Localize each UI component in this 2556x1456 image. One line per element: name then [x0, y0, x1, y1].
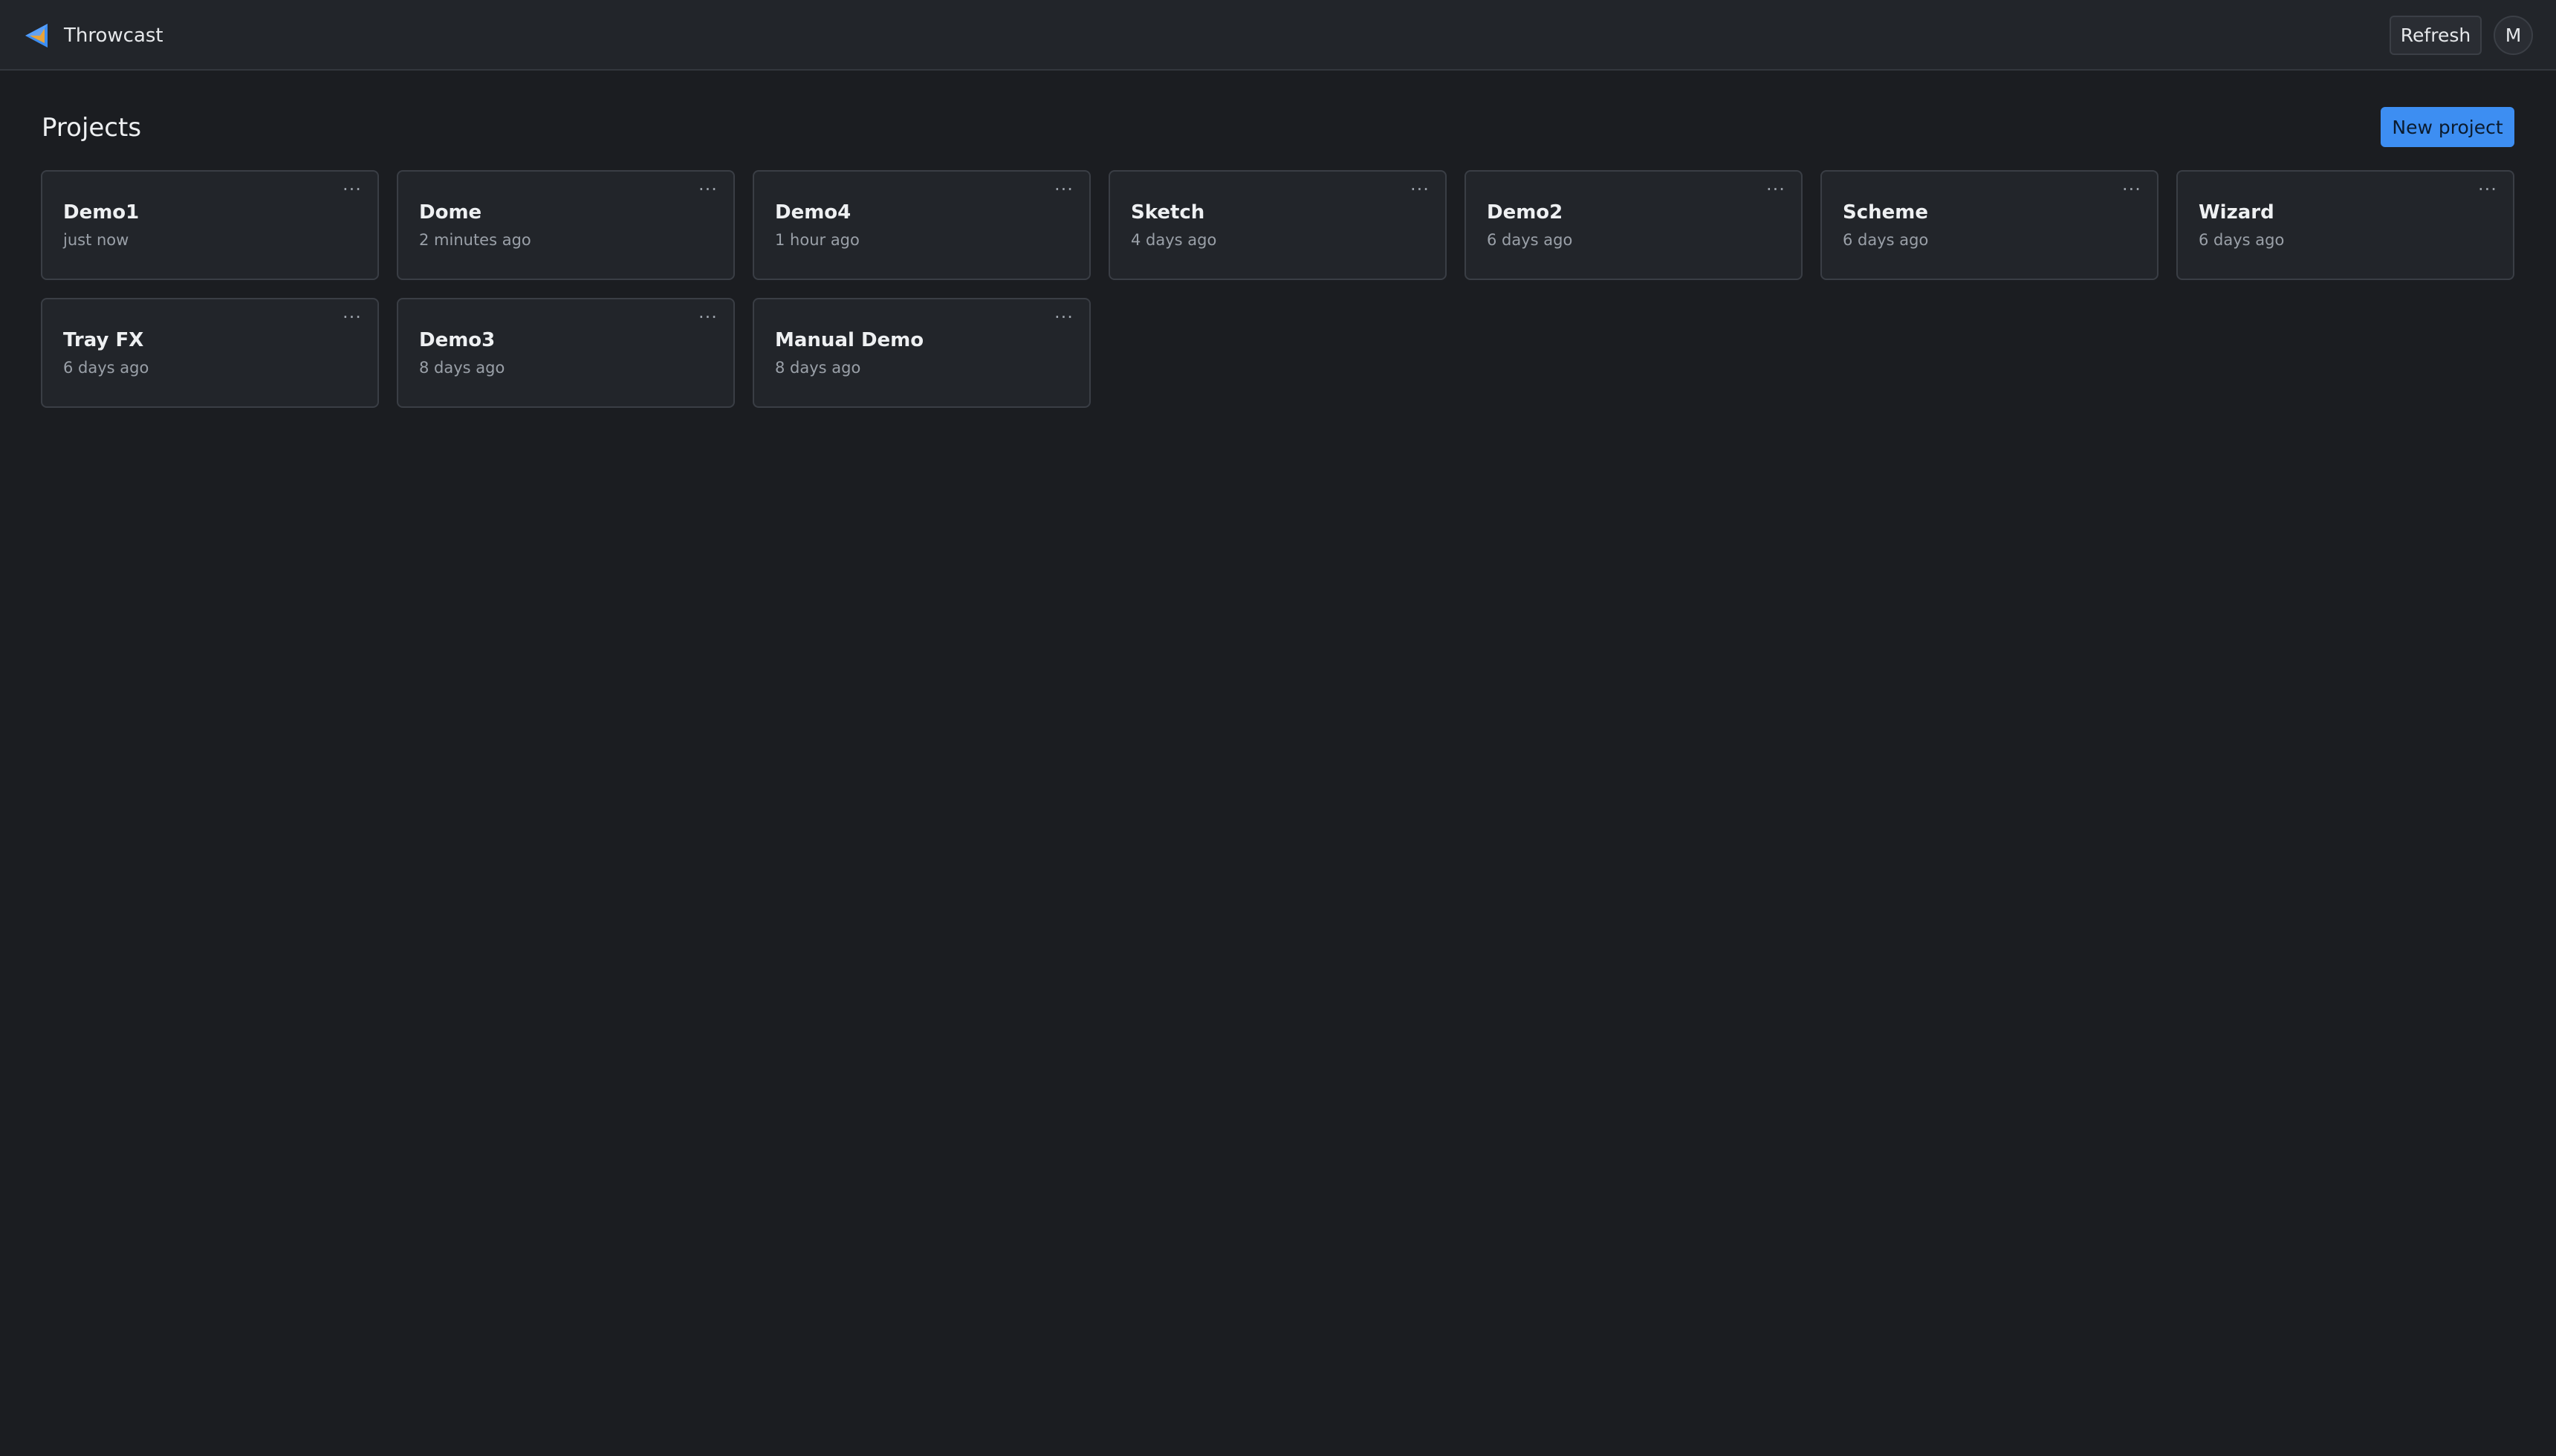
- project-card[interactable]: Demo3 8 days ago ···: [397, 298, 735, 408]
- project-updated: just now: [63, 231, 129, 249]
- project-updated: 6 days ago: [1843, 231, 1929, 249]
- project-card[interactable]: Tray FX 6 days ago ···: [41, 298, 379, 408]
- project-updated: 6 days ago: [1487, 231, 1573, 249]
- project-card[interactable]: Sketch 4 days ago ···: [1109, 170, 1447, 280]
- project-card[interactable]: Manual Demo 8 days ago ···: [753, 298, 1091, 408]
- project-name: Demo2: [1487, 201, 1563, 224]
- project-name: Sketch: [1131, 201, 1205, 224]
- project-card[interactable]: Demo4 1 hour ago ···: [753, 170, 1091, 280]
- page-title: Projects: [42, 113, 142, 143]
- project-updated: 6 days ago: [63, 359, 149, 377]
- project-name: Demo3: [419, 329, 496, 351]
- project-updated: 4 days ago: [1131, 231, 1217, 249]
- project-name: Dome: [419, 201, 482, 224]
- throwcast-logo-icon: [25, 23, 48, 48]
- ellipsis-icon[interactable]: ···: [336, 307, 369, 328]
- ellipsis-icon[interactable]: ···: [692, 179, 724, 200]
- project-updated: 2 minutes ago: [419, 231, 531, 249]
- ellipsis-icon[interactable]: ···: [2471, 179, 2504, 200]
- project-card[interactable]: Scheme 6 days ago ···: [1820, 170, 2158, 280]
- project-card[interactable]: Wizard 6 days ago ···: [2176, 170, 2514, 280]
- project-name: Demo1: [63, 201, 140, 224]
- new-project-button[interactable]: New project: [2381, 107, 2514, 147]
- brand[interactable]: Throwcast: [22, 0, 163, 71]
- ellipsis-icon[interactable]: ···: [692, 307, 724, 328]
- top-bar: Throwcast Refresh M: [0, 0, 2556, 71]
- project-card[interactable]: Dome 2 minutes ago ···: [397, 170, 735, 280]
- project-name: Tray FX: [63, 329, 144, 351]
- project-updated: 8 days ago: [419, 359, 505, 377]
- project-grid: Demo1 just now ··· Dome 2 minutes ago ··…: [41, 170, 2515, 408]
- app-name: Throwcast: [64, 24, 163, 47]
- refresh-button[interactable]: Refresh: [2390, 16, 2482, 55]
- project-card[interactable]: Demo2 6 days ago ···: [1464, 170, 1803, 280]
- project-updated: 6 days ago: [2199, 231, 2285, 249]
- ellipsis-icon[interactable]: ···: [1404, 179, 1436, 200]
- ellipsis-icon[interactable]: ···: [2115, 179, 2148, 200]
- project-updated: 1 hour ago: [775, 231, 860, 249]
- avatar[interactable]: M: [2494, 16, 2533, 55]
- project-card[interactable]: Demo1 just now ···: [41, 170, 379, 280]
- project-name: Demo4: [775, 201, 852, 224]
- ellipsis-icon[interactable]: ···: [1048, 307, 1080, 328]
- ellipsis-icon[interactable]: ···: [1048, 179, 1080, 200]
- project-name: Wizard: [2199, 201, 2274, 224]
- ellipsis-icon[interactable]: ···: [1759, 179, 1792, 200]
- project-updated: 8 days ago: [775, 359, 861, 377]
- project-name: Scheme: [1843, 201, 1929, 224]
- project-name: Manual Demo: [775, 329, 924, 351]
- ellipsis-icon[interactable]: ···: [336, 179, 369, 200]
